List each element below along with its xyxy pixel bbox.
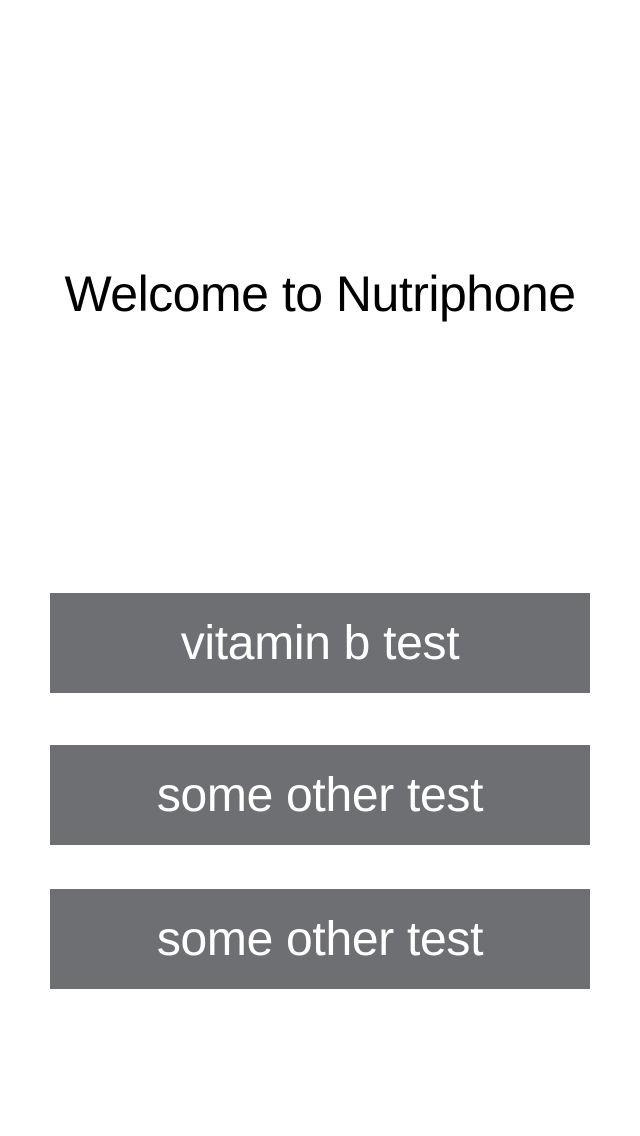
other-test-button-2[interactable]: some other test bbox=[50, 889, 590, 989]
welcome-title: Welcome to Nutriphone bbox=[64, 266, 576, 322]
home-screen: Welcome to Nutriphone vitamin b test som… bbox=[0, 0, 640, 1136]
button-label: some other test bbox=[156, 912, 484, 966]
vitamin-b-test-button[interactable]: vitamin b test bbox=[50, 593, 590, 693]
button-label: some other test bbox=[156, 768, 484, 822]
button-label: vitamin b test bbox=[180, 616, 460, 670]
other-test-button-1[interactable]: some other test bbox=[50, 745, 590, 845]
